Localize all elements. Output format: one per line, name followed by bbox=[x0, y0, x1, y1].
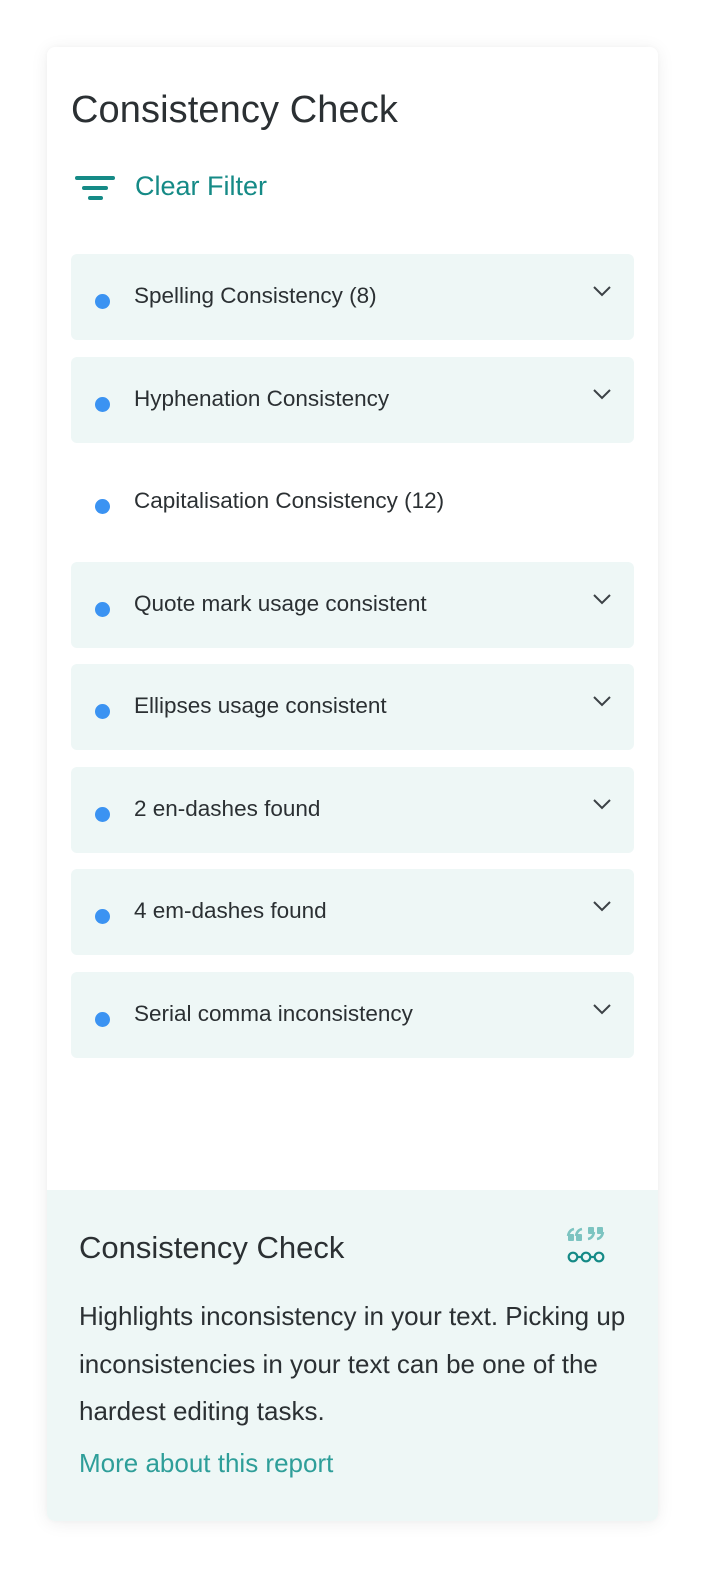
status-dot bbox=[95, 1011, 110, 1027]
consistency-check-panel: Consistency Check Clear Filter Spelling … bbox=[47, 47, 658, 1521]
status-dot bbox=[95, 806, 110, 822]
chevron-down-icon[interactable] bbox=[592, 694, 612, 708]
quote-marks-icon bbox=[566, 1227, 605, 1263]
status-dot bbox=[95, 499, 110, 514]
status-dot bbox=[95, 601, 110, 617]
status-dot bbox=[95, 704, 110, 719]
more-about-report-link[interactable]: More about this report bbox=[79, 1448, 333, 1479]
check-item-ellipses[interactable]: Ellipses usage consistent bbox=[71, 664, 634, 750]
check-item-spelling[interactable]: Spelling Consistency (8) bbox=[71, 254, 634, 340]
check-list: Spelling Consistency (8) Hyphenation Con… bbox=[71, 254, 634, 1074]
status-dot bbox=[95, 396, 110, 412]
chevron-down-icon[interactable] bbox=[592, 592, 612, 606]
chevron-down-icon[interactable] bbox=[592, 899, 612, 913]
check-item-label: Serial comma inconsistency bbox=[134, 1000, 413, 1026]
filter-icon bbox=[73, 169, 115, 203]
check-item-label: Quote mark usage consistent bbox=[134, 590, 427, 616]
check-item-label: Ellipses usage consistent bbox=[134, 693, 387, 718]
chevron-down-icon[interactable] bbox=[592, 1002, 612, 1016]
chevron-down-icon[interactable] bbox=[592, 284, 612, 298]
info-description: Highlights inconsistency in your text. P… bbox=[79, 1301, 626, 1426]
check-item-hyphenation[interactable]: Hyphenation Consistency bbox=[71, 356, 634, 443]
check-item-label: Spelling Consistency (8) bbox=[134, 283, 377, 308]
report-info-box: Consistency Check Highlights inconsisten… bbox=[47, 1190, 658, 1521]
check-item-em-dashes[interactable]: 4 em-dashes found bbox=[71, 869, 634, 955]
check-item-label: Hyphenation Consistency bbox=[134, 385, 390, 411]
check-item-serial-comma[interactable]: Serial comma inconsistency bbox=[71, 971, 634, 1058]
status-dot bbox=[95, 909, 110, 924]
check-item-label: 4 em-dashes found bbox=[134, 898, 327, 923]
check-item-en-dashes[interactable]: 2 en-dashes found bbox=[71, 766, 634, 853]
panel-title: Consistency Check bbox=[71, 89, 398, 131]
clear-filter-label: Clear Filter bbox=[135, 170, 268, 201]
check-item-capitalisation: Capitalisation Consistency (12) bbox=[71, 459, 634, 545]
check-item-quote-marks[interactable]: Quote mark usage consistent bbox=[71, 561, 634, 648]
info-title: Consistency Check bbox=[79, 1230, 345, 1265]
status-dot bbox=[95, 294, 110, 309]
chevron-down-icon[interactable] bbox=[592, 797, 612, 811]
chevron-down-icon[interactable] bbox=[592, 387, 612, 401]
clear-filter-button[interactable]: Clear Filter bbox=[73, 169, 267, 203]
check-item-label: Capitalisation Consistency (12) bbox=[134, 488, 445, 513]
check-item-label: 2 en-dashes found bbox=[134, 795, 321, 821]
